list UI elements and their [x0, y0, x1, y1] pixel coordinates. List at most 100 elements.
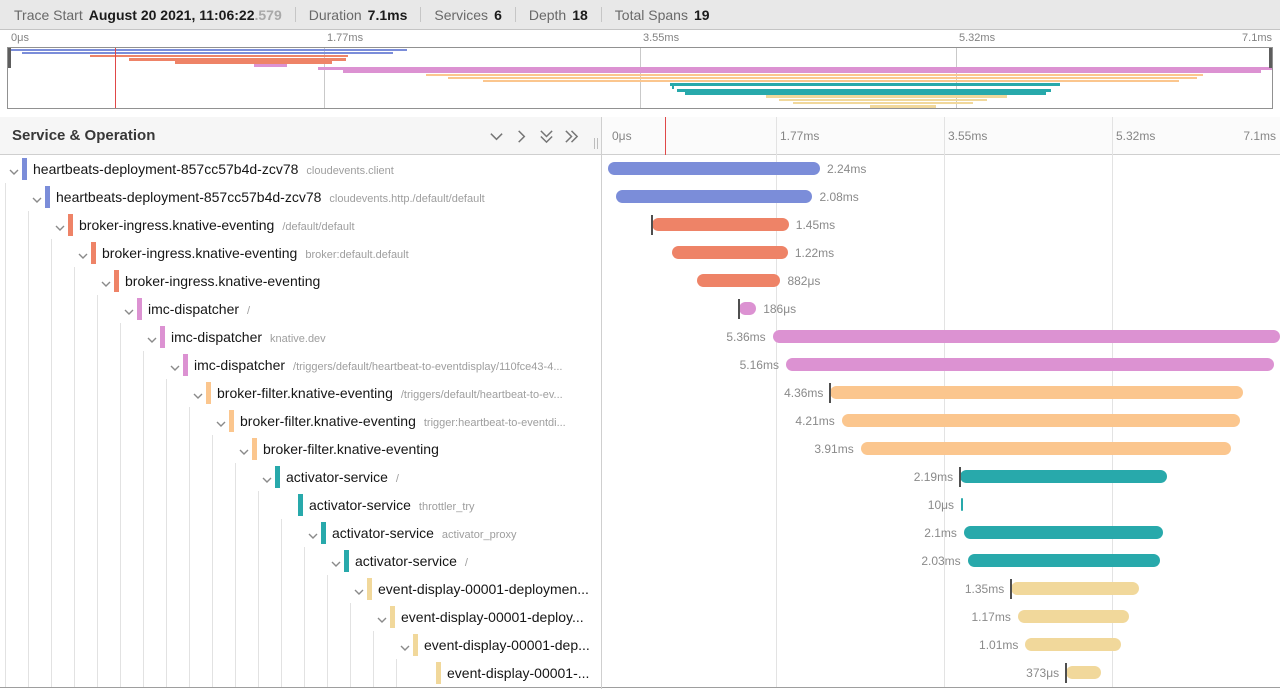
span-bar[interactable] [672, 246, 787, 259]
expand-one-icon[interactable] [513, 128, 529, 144]
span-row[interactable]: heartbeats-deployment-857cc57b4d-zcv78 cl… [0, 183, 1280, 211]
expand-chevron-icon[interactable] [169, 360, 181, 370]
span-bar[interactable] [1066, 666, 1101, 679]
span-bar[interactable] [1018, 610, 1129, 623]
operation-name: cloudevents.client [306, 165, 393, 177]
expand-chevron-icon[interactable] [399, 640, 411, 650]
services-value: 6 [494, 7, 502, 23]
span-bar[interactable] [842, 414, 1240, 427]
timeline-ruler: 0μs1.77ms3.55ms5.32ms7.1ms [602, 117, 1280, 155]
span-bar[interactable] [1025, 638, 1121, 651]
span-bar[interactable] [786, 358, 1274, 371]
expand-chevron-icon[interactable] [353, 584, 365, 594]
operation-name: knative.dev [270, 333, 326, 345]
service-color-chip [344, 550, 349, 572]
span-row[interactable]: broker-filter.knative-eventing/triggers/… [0, 379, 1280, 407]
span-duration-label: 5.36ms [726, 323, 765, 351]
service-name: broker-filter.knative-eventing [217, 385, 393, 401]
span-bar[interactable] [968, 554, 1160, 567]
expand-chevron-icon[interactable] [238, 444, 250, 454]
span-bar[interactable] [964, 526, 1163, 539]
expand-chevron-icon[interactable] [307, 528, 319, 538]
span-bar[interactable] [608, 162, 820, 175]
span-bar[interactable] [960, 470, 1167, 483]
span-row[interactable]: activator-serviceactivator_proxy2.1ms [0, 519, 1280, 547]
operation-name: cloudevents.http./default/default [329, 193, 484, 205]
span-log-tick [829, 383, 831, 403]
span-log-tick [1010, 579, 1012, 599]
span-bar[interactable] [652, 218, 789, 231]
expand-chevron-icon[interactable] [330, 556, 342, 566]
span-name-cell: imc-dispatcher/triggers/default/heartbea… [194, 351, 596, 379]
minimap-drag-handle-right[interactable] [1269, 48, 1272, 68]
minimap-drag-handle-left[interactable] [8, 48, 11, 68]
service-color-chip [252, 438, 257, 460]
span-name-cell: heartbeats-deployment-857cc57b4d-zcv78 cl… [56, 183, 596, 211]
span-row[interactable]: broker-filter.knative-eventingtrigger:he… [0, 407, 1280, 435]
expand-chevron-icon[interactable] [123, 304, 135, 314]
span-name-cell: activator-serviceactivator_proxy [332, 519, 596, 547]
span-duration-label: 2.24ms [827, 155, 866, 183]
span-name-cell: event-display-00001-... [447, 659, 596, 687]
span-bar[interactable] [961, 498, 963, 511]
expand-chevron-icon[interactable] [215, 416, 227, 426]
span-bar[interactable] [739, 302, 757, 315]
span-name-cell: event-display-00001-deploymen... [378, 575, 596, 603]
expand-chevron-icon[interactable] [192, 388, 204, 398]
divider [295, 7, 296, 22]
service-name: activator-service [332, 525, 434, 541]
span-bar[interactable] [773, 330, 1280, 343]
span-log-tick [651, 215, 653, 235]
span-name-cell: broker-filter.knative-eventing/triggers/… [217, 379, 596, 407]
expand-all-icon[interactable] [563, 128, 579, 144]
collapse-one-icon[interactable] [488, 128, 504, 144]
trace-minimap[interactable] [7, 47, 1273, 109]
total-spans-value: 19 [694, 7, 710, 23]
service-name: imc-dispatcher [194, 357, 285, 373]
trace-start-value: August 20 2021, 11:06:22 [89, 7, 255, 23]
expand-chevron-icon[interactable] [54, 220, 66, 230]
expand-chevron-icon[interactable] [146, 332, 158, 342]
service-color-chip [183, 354, 188, 376]
span-duration-label: 4.36ms [784, 379, 823, 407]
span-row[interactable]: event-display-00001-deploy...1.17ms [0, 603, 1280, 631]
expand-chevron-icon[interactable] [376, 612, 388, 622]
expand-chevron-icon[interactable] [100, 276, 112, 286]
column-resizer-handle[interactable] [594, 138, 598, 149]
span-row[interactable]: event-display-00001-dep...1.01ms [0, 631, 1280, 659]
span-row[interactable]: heartbeats-deployment-857cc57b4d-zcv78 cl… [0, 155, 1280, 183]
service-name: heartbeats-deployment-857cc57b4d-zcv78 [33, 161, 298, 177]
service-operation-header: Service & Operation [0, 117, 601, 155]
expand-chevron-icon[interactable] [8, 164, 20, 174]
span-row[interactable]: activator-service/2.19ms [0, 463, 1280, 491]
service-name: broker-ingress.knative-eventing [125, 273, 320, 289]
minimap-tick-label: 1.77ms [327, 32, 363, 44]
span-row[interactable]: broker-ingress.knative-eventingbroker:de… [0, 239, 1280, 267]
span-row[interactable]: imc-dispatcherknative.dev5.36ms [0, 323, 1280, 351]
service-name: activator-service [355, 553, 457, 569]
span-bar[interactable] [861, 442, 1231, 455]
collapse-all-icon[interactable] [538, 128, 554, 144]
span-row[interactable]: event-display-00001-...373μs [0, 659, 1280, 687]
minimap-span-bar [670, 83, 1060, 86]
span-row[interactable]: imc-dispatcher/triggers/default/heartbea… [0, 351, 1280, 379]
timeline-tick-label: 1.77ms [780, 117, 819, 155]
service-name: heartbeats-deployment-857cc57b4d-zcv78 [56, 189, 321, 205]
span-bar[interactable] [697, 274, 780, 287]
service-name: broker-filter.knative-eventing [263, 441, 439, 457]
divider [515, 7, 516, 22]
span-bar[interactable] [1011, 582, 1139, 595]
span-row[interactable]: imc-dispatcher/186μs [0, 295, 1280, 323]
span-bar[interactable] [830, 386, 1243, 399]
span-row[interactable]: event-display-00001-deploymen...1.35ms [0, 575, 1280, 603]
span-bar[interactable] [616, 190, 813, 203]
span-row[interactable]: broker-ingress.knative-eventing882μs [0, 267, 1280, 295]
span-row[interactable]: broker-filter.knative-eventing3.91ms [0, 435, 1280, 463]
expand-chevron-icon[interactable] [77, 248, 89, 258]
span-row[interactable]: broker-ingress.knative-eventing/default/… [0, 211, 1280, 239]
span-row[interactable]: activator-servicethrottler_try10μs [0, 491, 1280, 519]
span-row[interactable]: activator-service/2.03ms [0, 547, 1280, 575]
expand-chevron-icon[interactable] [31, 192, 43, 202]
service-color-chip [22, 158, 27, 180]
expand-chevron-icon[interactable] [261, 472, 273, 482]
